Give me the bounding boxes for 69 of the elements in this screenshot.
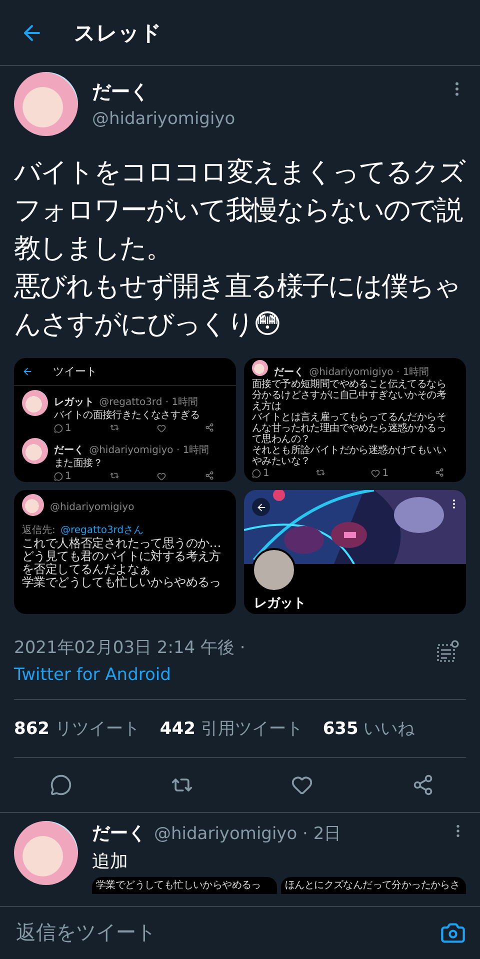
tweet-screenshot[interactable]: だーく @hidariyomigiyo · 1時間 面接で予め短期間でやめること伝えてるなら 分かるけどさすがに自己中すぎないかその考 え方は バイトとは言え雇ってもらってるんだからそ んな甘ったれた理由でやめたら迷惑かかるっ て思わんの？ それとも所詮バイトだから迷惑かけてもいい やみたいな？ 1 1 [244,358,466,482]
screen-title: ツイート [53,364,97,379]
avatar [22,494,44,516]
tweet-text: 悪びれもせず開き直る様子には僕ちゃんさすがにびっくり😳 [14,270,462,342]
tweet-text: ほんとにクズなんだって分かったからさ [285,880,460,891]
tweet-text: 面接で予め短期間でやめること伝えてるなら [252,379,448,390]
tweet-text: どう見ても君のバイトに対する考え方 [22,550,222,563]
user-handle: @hidariyomigiyo · 1時間 [89,445,210,456]
tweet-text: これで人格否定されたって思うのか… [22,537,222,550]
tweet-text: え方は [252,401,282,412]
profile-name: レガット [253,595,307,613]
page-title: スレッド [74,20,162,46]
timestamp: 2021年02月03日 2:14 午後 · [14,637,246,659]
like-icon[interactable] [291,774,314,796]
back-icon [22,366,33,377]
avatar [252,360,268,376]
retweet-icon [316,468,325,477]
tweet-text: バイトをコロコロ変えまくってるクズフォロワーがいて我慢ならないので説教しました。 [14,156,466,266]
share-icon[interactable] [412,774,434,796]
user-handle: @regatto3rd · 1時間 [99,397,198,408]
tweet-screenshot[interactable]: ツイート レガット @regatto3rd · 1時間 バイトの面接行きたくなさすぎる 1 だーく @hidariyomigiyo · 1時間 また面接？ 1 [14,358,236,482]
image-preview[interactable]: ほんとにクズなんだって分かったからさ [281,877,466,894]
back-icon [256,502,266,512]
share-icon [434,468,444,477]
reply-icon[interactable] [50,774,72,796]
list-icon[interactable] [436,640,460,664]
mention-link: @regatto3rdさん [60,525,144,536]
user-name: だーく [92,822,146,845]
image-preview[interactable]: 学業でどうしても忙しいからやめるっ [92,877,277,894]
tweet-text: 分かるけどさすがに自己中すぎないかその考 [252,390,448,401]
reply-field[interactable]: 返信をツイート [14,920,440,946]
user-handle: @hidariyomigiyo [92,109,236,129]
retweet-icon [110,471,119,480]
like-count [157,423,166,434]
avatar [22,390,48,416]
reply-label: 返信先: [22,525,56,536]
retweet-icon [110,423,119,432]
stat-count[interactable]: 635 いいね [322,717,415,740]
user-name: だーく [92,80,150,105]
user-name: レガット [54,397,94,408]
share-icon [204,471,214,480]
user-handle: @hidariyomigiyo [50,502,136,513]
tweet-text: を否定してるんだよなぁ [22,563,152,576]
tweet-text: バイトとは言え雇ってもらってるんだからそ [252,412,448,423]
stat-count[interactable]: 442 引用ツイート [160,717,303,740]
tweet-text: 学業でどうしても忙しいからやめるっ [22,576,222,589]
tweet-text: それとも所詮バイトだから迷惑かけてもいい [252,445,448,456]
tweet-text: 追加 [92,850,129,873]
user-name: だーく [54,445,84,456]
stat-count[interactable]: 862 リツイート [14,717,140,740]
like-count: 1 [371,468,389,479]
source-link[interactable]: Twitter for Android [14,665,246,685]
tweet-text: て思わんの？ [252,434,310,445]
tweet-text: やみたいな？ [252,456,312,467]
tweet-screenshot[interactable]: @hidariyomigiyo 返信先: @regatto3rdさん これで人格否定されたって思うのか… どう見ても君のバイトに対する考え方 を否定してるんだよなぁ 学業でどうしても忙しいからやめるっ [14,490,236,614]
user-handle: @hidariyomigiyo · 2日 [154,823,342,845]
user-handle: @hidariyomigiyo · 1時間 [309,367,430,378]
tweet-text: 学業でどうしても忙しいからやめるっ [96,880,261,891]
like-count [157,471,166,482]
tweet-text: また面接？ [54,458,104,469]
user-name: だーく [274,367,304,378]
reply-count: 1 [54,471,72,482]
reply-count: 1 [54,423,72,434]
tweet-text: んな甘ったれた理由でやめたら迷惑かかるっ [252,423,448,434]
avatar [22,438,48,464]
tweet-text: バイトの面接行きたくなさすぎる [54,410,201,421]
reply-count: 1 [252,468,270,479]
profile-screenshot[interactable]: レガット [244,490,466,614]
share-icon [204,423,214,432]
